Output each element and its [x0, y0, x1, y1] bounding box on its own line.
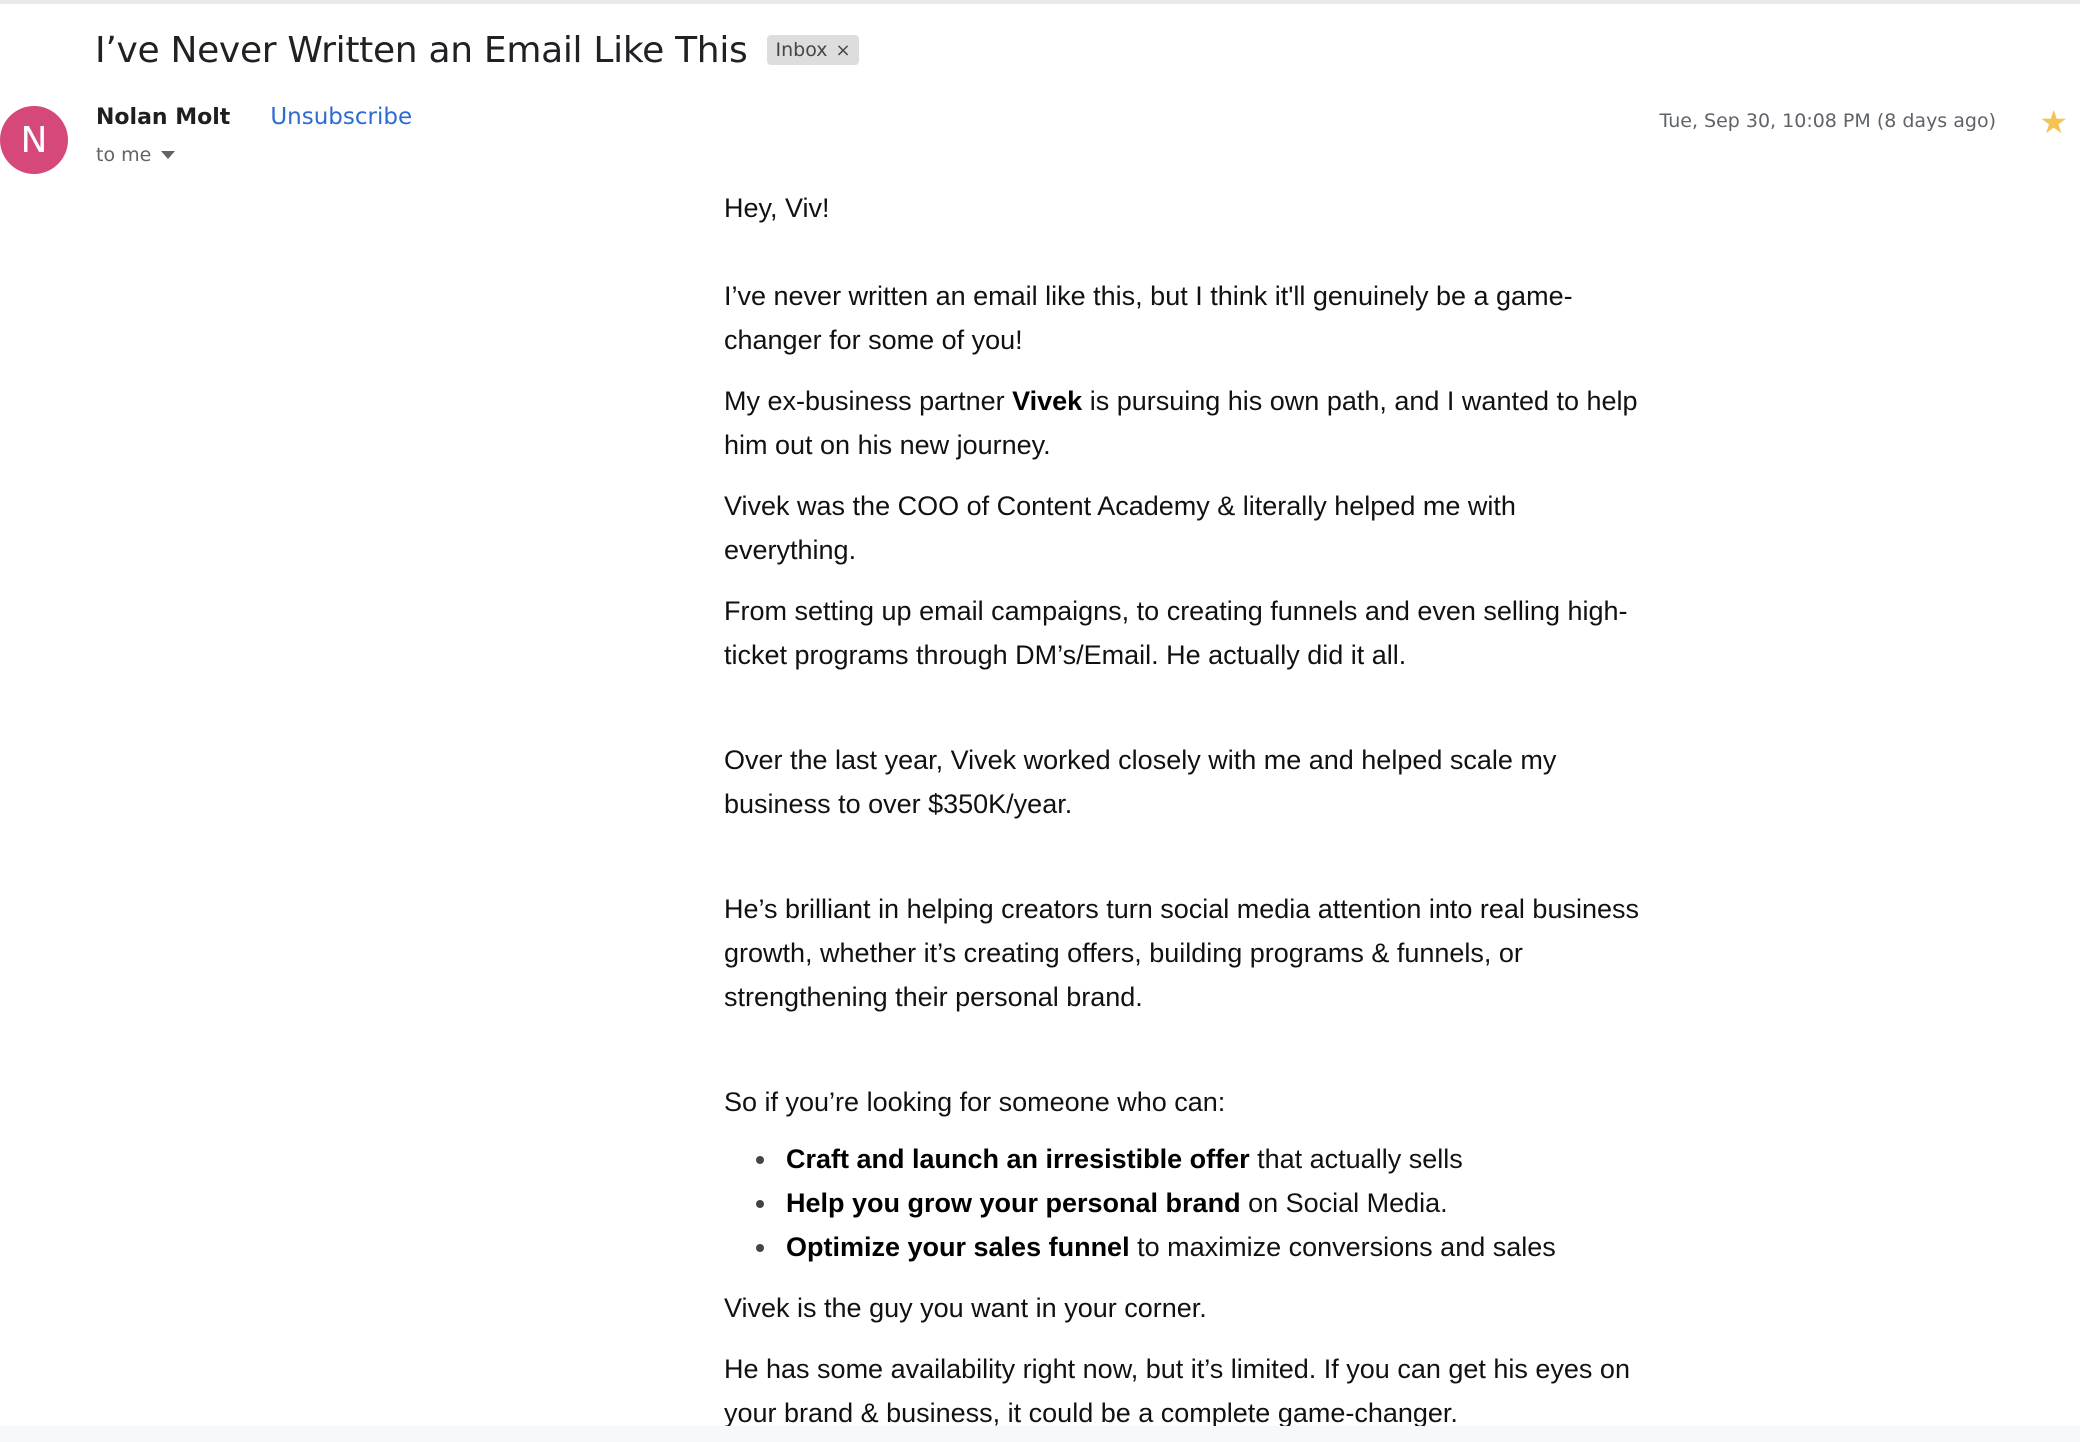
recipients-row[interactable]: to me [96, 144, 176, 166]
body-paragraph: Over the last year, Vivek worked closely… [724, 745, 1557, 819]
sender-row: Nolan Molt Unsubscribe [96, 104, 412, 130]
list-item: Help you grow your personal brand on Soc… [756, 1181, 1644, 1225]
sender-name[interactable]: Nolan Molt [96, 105, 230, 130]
body-paragraph: From setting up email campaigns, to crea… [724, 596, 1628, 670]
email-body: Hey, Viv! I’ve never written an email li… [724, 186, 1644, 1435]
bullet-bold: Optimize your sales funnel [786, 1232, 1130, 1262]
body-paragraph: He’s brilliant in helping creators turn … [724, 894, 1639, 1012]
sender-avatar[interactable]: N [0, 106, 68, 174]
body-paragraph: My ex-business partner Vivek is pursuing… [724, 379, 1644, 467]
paragraph-text: My ex-business partner [724, 386, 1013, 416]
email-subject: I’ve Never Written an Email Like This [95, 29, 748, 71]
body-paragraph: I’ve never written an email like this, b… [724, 281, 1573, 355]
body-paragraph: He has some availability right now, but … [724, 1354, 1630, 1428]
body-paragraph: So if you’re looking for someone who can… [724, 1087, 1226, 1117]
body-paragraph: Vivek was the COO of Content Academy & l… [724, 491, 1516, 565]
unsubscribe-link[interactable]: Unsubscribe [270, 104, 412, 130]
list-item: Craft and launch an irresistible offer t… [756, 1137, 1644, 1181]
bullet-bold: Help you grow your personal brand [786, 1188, 1241, 1218]
email-date: Tue, Sep 30, 10:08 PM (8 days ago) [1659, 110, 1997, 132]
star-icon[interactable]: ★ [2039, 104, 2068, 140]
top-divider [0, 0, 2080, 4]
greeting: Hey, Viv! [724, 193, 830, 223]
label-text: Inbox [775, 39, 828, 61]
body-paragraph: Vivek is the guy you want in your corner… [724, 1293, 1207, 1323]
remove-label-icon[interactable]: × [835, 40, 850, 61]
bullet-text: to maximize conversions and sales [1129, 1232, 1556, 1262]
bullet-list: Craft and launch an irresistible offer t… [724, 1137, 1644, 1269]
recipient-text: to me [96, 144, 152, 166]
bottom-edge [0, 1426, 2080, 1442]
list-item: Optimize your sales funnel to maximize c… [756, 1225, 1644, 1269]
inbox-label-chip[interactable]: Inbox × [767, 35, 859, 65]
chevron-down-icon[interactable] [161, 151, 176, 159]
bullet-bold: Craft and launch an irresistible offer [786, 1144, 1250, 1174]
bullet-text: on Social Media. [1240, 1188, 1448, 1218]
bullet-text: that actually sells [1249, 1144, 1463, 1174]
subject-row: I’ve Never Written an Email Like This In… [95, 22, 859, 78]
bold-name: Vivek [1012, 386, 1083, 416]
